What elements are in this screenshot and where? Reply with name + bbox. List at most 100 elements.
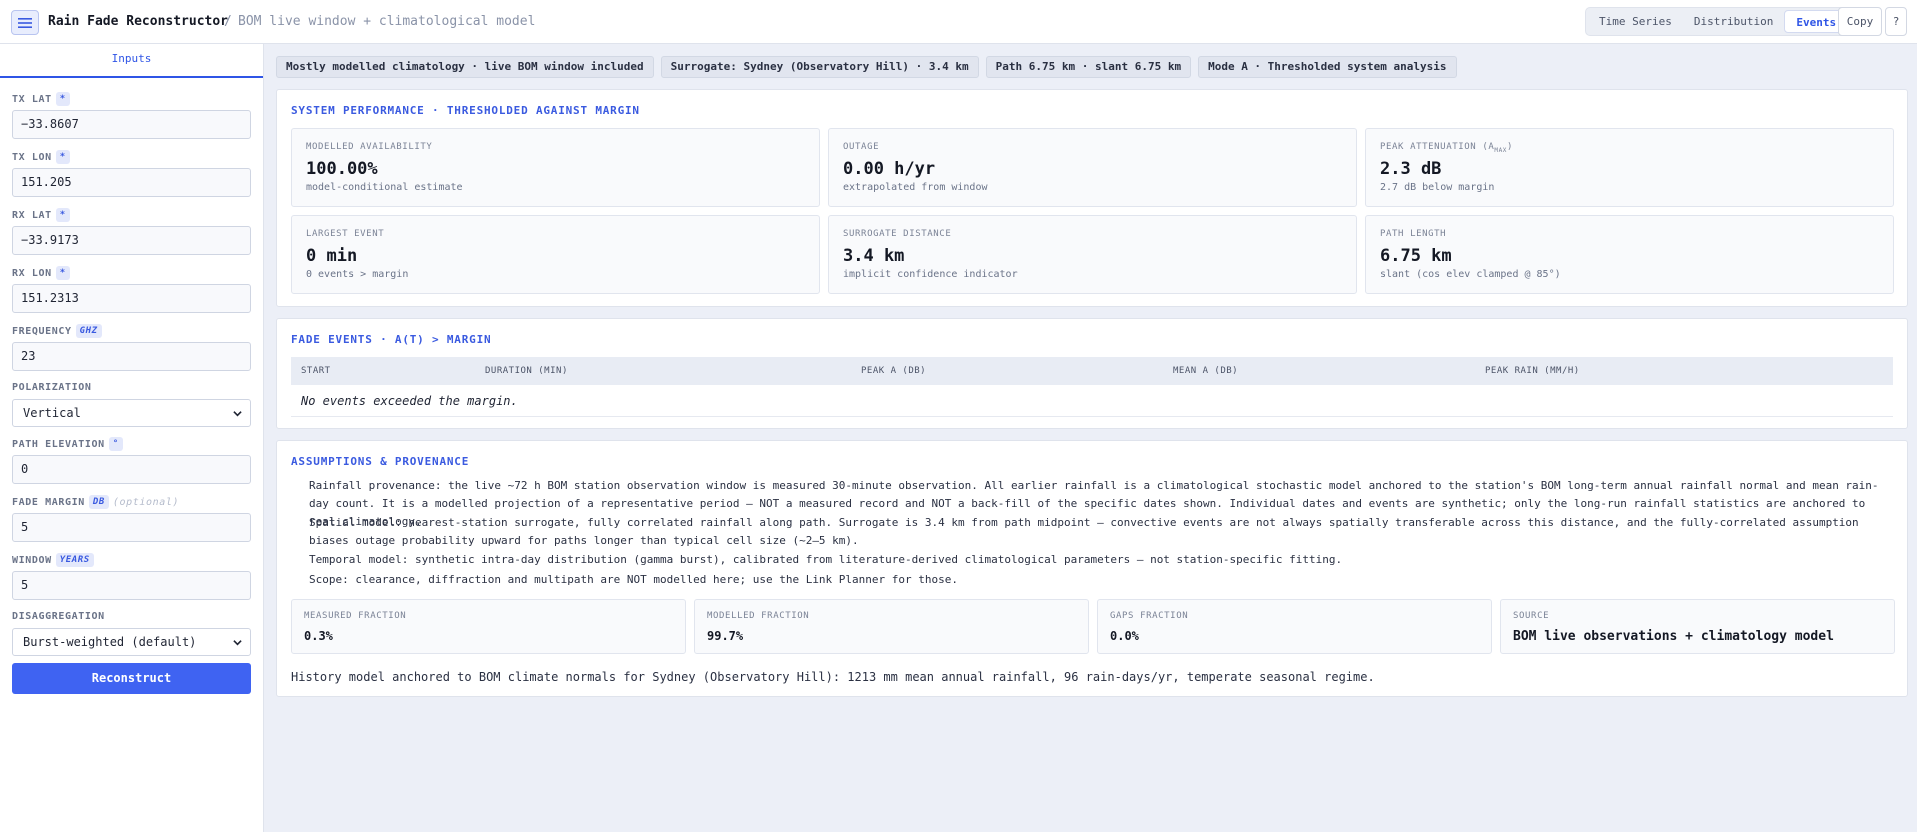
summary-chips: Mostly modelled climatology · live BOM w… xyxy=(276,56,1457,78)
fraction-label: MODELLED FRACTION xyxy=(707,611,810,621)
frequency-label: FREQUENCY GHZ xyxy=(12,324,102,338)
metric-label: LARGEST EVENT xyxy=(306,229,385,239)
help-button[interactable]: ? xyxy=(1885,7,1907,36)
fade-margin-input[interactable]: 5 xyxy=(12,513,251,542)
metric-label: OUTAGE xyxy=(843,142,880,152)
system-performance-card: SYSTEM PERFORMANCE · THRESHOLDED AGAINST… xyxy=(276,89,1908,307)
disaggregation-label: DISAGGREGATION xyxy=(12,611,105,622)
scope-text: Scope: clearance, diffraction and multip… xyxy=(309,573,959,586)
unit-badge: * xyxy=(55,92,70,106)
section-title: ASSUMPTIONS & PROVENANCE xyxy=(291,455,470,468)
metric-path-length: PATH LENGTH 6.75 km slant (cos elev clam… xyxy=(1365,215,1894,294)
unit-badge: DB xyxy=(88,495,109,509)
metric-value: 2.3 dB xyxy=(1380,159,1442,179)
disaggregation-select[interactable]: Burst-weighted (default) xyxy=(12,628,251,656)
column-header[interactable]: START xyxy=(301,366,331,376)
metric-label: PATH LENGTH xyxy=(1380,229,1447,239)
chip-data-mode: Mostly modelled climatology · live BOM w… xyxy=(276,56,654,78)
disaggregation-value: Burst-weighted (default) xyxy=(23,635,197,649)
hamburger-icon xyxy=(18,17,32,28)
rx-lat-label: RX LAT * xyxy=(12,208,70,222)
temporal-model-text: Temporal model: synthetic intra-day dist… xyxy=(309,553,1343,566)
window-label-text: WINDOW xyxy=(12,554,52,566)
metric-value: 0.00 h/yr xyxy=(843,159,936,179)
frequency-input[interactable]: 23 xyxy=(12,342,251,371)
frequency-label-text: FREQUENCY xyxy=(12,325,72,337)
tx-lon-label-text: TX LON xyxy=(12,151,52,163)
polarization-select[interactable]: Vertical xyxy=(12,399,251,427)
inputs-sidebar: Inputs TX LAT * −33.8607 TX LON * 151.20… xyxy=(0,44,264,832)
metric-note: implicit confidence indicator xyxy=(843,269,1018,280)
tx-lat-input[interactable]: −33.8607 xyxy=(12,110,251,139)
metric-note: slant (cos elev clamped @ 85°) xyxy=(1380,269,1561,280)
app-header: Rain Fade Reconstructor / BOM live windo… xyxy=(0,0,1917,44)
tab-time-series[interactable]: Time Series xyxy=(1588,10,1683,33)
rx-lon-input[interactable]: 151.2313 xyxy=(12,284,251,313)
tx-lon-input[interactable]: 151.205 xyxy=(12,168,251,197)
unit-badge: * xyxy=(55,150,70,164)
metric-label-end: ) xyxy=(1507,142,1514,152)
column-header[interactable]: PEAK A (DB) xyxy=(861,366,926,376)
history-model-note: History model anchored to BOM climate no… xyxy=(291,670,1375,684)
polarization-label-text: POLARIZATION xyxy=(12,382,92,393)
rx-lon-label-text: RX LON xyxy=(12,267,52,279)
disaggregation-label-text: DISAGGREGATION xyxy=(12,611,105,622)
rx-lat-label-text: RX LAT xyxy=(12,209,52,221)
metric-availability: MODELLED AVAILABILITY 100.00% model-cond… xyxy=(291,128,820,207)
modelled-fraction: MODELLED FRACTION 99.7% xyxy=(694,599,1089,654)
unit-badge: YEARS xyxy=(55,553,94,567)
metric-value: 3.4 km xyxy=(843,246,905,266)
path-elevation-label: PATH ELEVATION ° xyxy=(12,437,123,451)
table-divider xyxy=(291,416,1893,417)
chip-path: Path 6.75 km · slant 6.75 km xyxy=(985,56,1192,78)
metric-outage: OUTAGE 0.00 h/yr extrapolated from windo… xyxy=(828,128,1357,207)
measured-fraction: MEASURED FRACTION 0.3% xyxy=(291,599,686,654)
window-input[interactable]: 5 xyxy=(12,571,251,600)
tx-lat-label: TX LAT * xyxy=(12,92,70,106)
rx-lat-input[interactable]: −33.9173 xyxy=(12,226,251,255)
metric-value: 100.00% xyxy=(306,159,378,179)
column-header[interactable]: MEAN A (DB) xyxy=(1173,366,1238,376)
metric-surrogate-distance: SURROGATE DISTANCE 3.4 km implicit confi… xyxy=(828,215,1357,294)
path-elevation-label-text: PATH ELEVATION xyxy=(12,438,105,450)
title-separator: / xyxy=(224,14,232,29)
fraction-value: 0.0% xyxy=(1110,629,1139,643)
metric-note: 0 events > margin xyxy=(306,269,409,280)
optional-hint: (optional) xyxy=(112,496,180,508)
polarization-value: Vertical xyxy=(23,406,81,420)
fade-margin-label-text: FADE MARGIN xyxy=(12,496,85,508)
view-tabs: Time Series Distribution Events xyxy=(1585,7,1852,36)
tx-lon-label: TX LON * xyxy=(12,150,70,164)
metric-peak-attenuation: PEAK ATTENUATION (AMAX) 2.3 dB 2.7 dB be… xyxy=(1365,128,1894,207)
events-table-header: START DURATION (MIN) PEAK A (DB) MEAN A … xyxy=(291,357,1893,385)
empty-table-message: No events exceeded the margin. xyxy=(301,394,518,408)
chevron-down-icon xyxy=(233,411,242,417)
metric-value: 6.75 km xyxy=(1380,246,1452,266)
metric-label: MODELLED AVAILABILITY xyxy=(306,142,433,152)
metric-label: SURROGATE DISTANCE xyxy=(843,229,952,239)
section-title: SYSTEM PERFORMANCE · THRESHOLDED AGAINST… xyxy=(291,104,640,117)
app-subtitle: BOM live window + climatological model xyxy=(238,14,536,29)
column-header[interactable]: DURATION (MIN) xyxy=(485,366,568,376)
metric-label-subscript: MAX xyxy=(1494,146,1507,154)
path-elevation-input[interactable]: 0 xyxy=(12,455,251,484)
reconstruct-button[interactable]: Reconstruct xyxy=(12,663,251,694)
chip-surrogate: Surrogate: Sydney (Observatory Hill) · 3… xyxy=(660,56,979,78)
metric-note: 2.7 dB below margin xyxy=(1380,182,1495,193)
fraction-label: MEASURED FRACTION xyxy=(304,611,407,621)
polarization-label: POLARIZATION xyxy=(12,382,91,393)
unit-badge: * xyxy=(55,266,70,280)
fade-events-card: FADE EVENTS · A(T) > MARGIN START DURATI… xyxy=(276,318,1908,429)
tab-inputs[interactable]: Inputs xyxy=(0,44,263,78)
menu-button[interactable] xyxy=(11,10,39,35)
tab-distribution[interactable]: Distribution xyxy=(1683,10,1784,33)
spatial-model-text: Spatial model: nearest-station surrogate… xyxy=(309,516,1859,547)
column-header[interactable]: PEAK RAIN (MM/H) xyxy=(1485,366,1580,376)
unit-badge: ° xyxy=(108,437,123,451)
section-title: FADE EVENTS · A(T) > MARGIN xyxy=(291,333,492,346)
data-source: SOURCE BOM live observations + climatolo… xyxy=(1500,599,1895,654)
unit-badge: * xyxy=(55,208,70,222)
metric-note: model-conditional estimate xyxy=(306,182,463,193)
copy-button[interactable]: Copy xyxy=(1838,7,1882,36)
metric-value: 0 min xyxy=(306,246,358,266)
